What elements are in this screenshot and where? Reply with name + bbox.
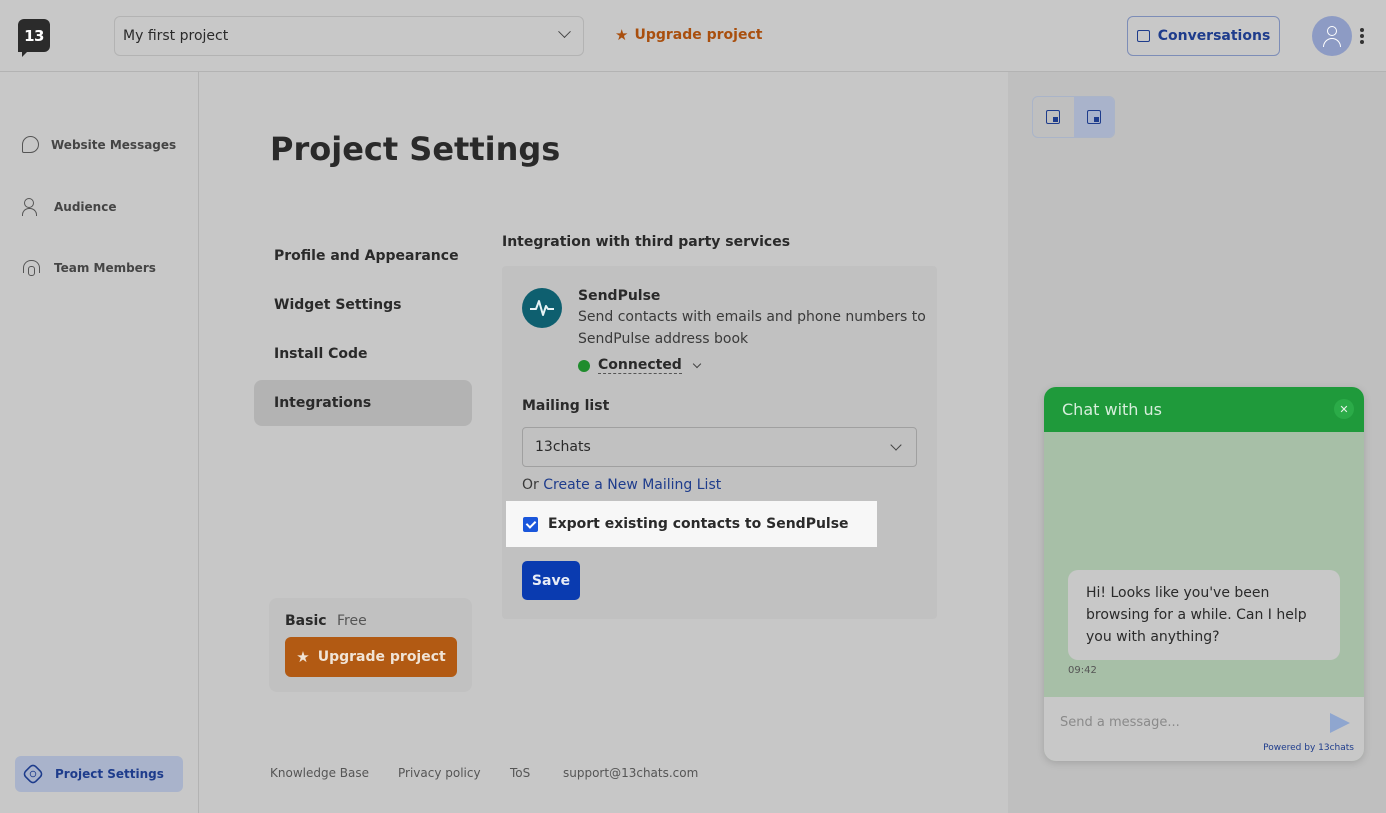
integration-name: SendPulse [578, 288, 661, 304]
chevron-down-icon [558, 25, 571, 39]
sidebar-item-label: Website Messages [51, 137, 177, 152]
users-icon [22, 197, 42, 217]
upgrade-project-label: Upgrade project [634, 27, 763, 43]
app-logo[interactable]: 13 [18, 19, 50, 57]
chat-header: Chat with us ✕ [1044, 387, 1364, 432]
plan-name: Basic [285, 613, 327, 629]
integration-description: Send contacts with emails and phone numb… [578, 309, 926, 347]
chevron-down-icon [890, 439, 902, 451]
user-icon [1327, 26, 1337, 36]
mailing-list-select[interactable]: 13chats [522, 427, 917, 467]
status-dot-icon [578, 359, 590, 372]
layout-left-icon [1046, 110, 1061, 124]
layout-right-icon [1086, 110, 1101, 124]
status-label: Connected [598, 357, 682, 374]
subnav-widget-settings[interactable]: Widget Settings [254, 282, 472, 328]
sendpulse-logo-icon [522, 288, 562, 328]
page-title: Project Settings [270, 130, 561, 168]
export-contacts-label: Export existing contacts to SendPulse [548, 516, 849, 532]
or-text: Or [522, 477, 539, 493]
message-icon [22, 136, 39, 153]
plan-tier: Free [337, 613, 367, 629]
sidebar-item-label: Team Members [54, 261, 156, 275]
footer-knowledge-base-link[interactable]: Knowledge Base [270, 766, 369, 780]
footer-support-email-link[interactable]: support@13chats.com [563, 766, 698, 780]
chevron-down-icon [692, 359, 702, 368]
powered-by-label[interactable]: Powered by 13chats [1263, 743, 1354, 753]
position-left-button[interactable] [1033, 97, 1074, 137]
sidebar: Website Messages Audience Team Members P… [0, 72, 199, 813]
message-time: 09:42 [1068, 665, 1097, 676]
top-bar: 13 My first project ★ Upgrade project Co… [0, 0, 1386, 72]
project-selector[interactable]: My first project [114, 16, 584, 56]
sidebar-item-team-members[interactable]: Team Members [22, 258, 156, 278]
user-icon-body [1323, 38, 1341, 47]
footer-privacy-link[interactable]: Privacy policy [398, 766, 481, 780]
conversations-button[interactable]: Conversations [1127, 16, 1280, 56]
mailing-list-value: 13chats [535, 439, 591, 455]
star-icon: ★ [296, 648, 310, 666]
sidebar-item-audience[interactable]: Audience [22, 197, 116, 217]
conversations-label: Conversations [1157, 28, 1271, 44]
subnav-integrations[interactable]: Integrations [254, 380, 472, 426]
close-icon[interactable]: ✕ [1334, 399, 1354, 419]
sidebar-item-label: Audience [54, 200, 117, 214]
more-menu-icon[interactable] [1360, 28, 1364, 44]
save-button[interactable]: Save [522, 561, 580, 600]
upgrade-button-label: Upgrade project [317, 649, 446, 665]
upgrade-project-button[interactable]: ★ Upgrade project [285, 637, 457, 677]
section-title: Integration with third party services [502, 234, 791, 250]
user-avatar[interactable] [1312, 16, 1352, 56]
chat-message-bubble: Hi! Looks like you've been browsing for … [1068, 570, 1340, 660]
subnav-profile-appearance[interactable]: Profile and Appearance [254, 233, 472, 279]
settings-icon [21, 762, 45, 786]
sidebar-item-website-messages[interactable]: Website Messages [22, 136, 176, 153]
upgrade-project-link[interactable]: ★ Upgrade project [615, 26, 762, 44]
chat-message-input[interactable]: Send a message... [1060, 715, 1180, 730]
star-icon: ★ [615, 26, 629, 44]
preview-position-toggle [1032, 96, 1115, 138]
chat-input-area: Send a message... Powered by 13chats [1044, 697, 1364, 761]
headset-icon [22, 258, 42, 278]
position-right-button[interactable] [1073, 97, 1114, 137]
create-mailing-list-link[interactable]: Create a New Mailing List [543, 477, 721, 493]
chat-widget: Chat with us ✕ Hi! Looks like you've bee… [1044, 387, 1364, 761]
export-contacts-option[interactable]: Export existing contacts to SendPulse [506, 501, 877, 547]
connection-status-dropdown[interactable]: Connected [578, 357, 702, 374]
project-name: My first project [123, 28, 229, 44]
subnav-install-code[interactable]: Install Code [254, 331, 472, 377]
sidebar-item-label: Project Settings [55, 767, 164, 781]
chat-bubble-icon [1136, 30, 1150, 42]
sidebar-item-project-settings[interactable]: Project Settings [15, 756, 183, 792]
footer-tos-link[interactable]: ToS [510, 766, 530, 780]
create-list-line: Or Create a New Mailing List [522, 477, 721, 493]
send-icon[interactable] [1330, 713, 1350, 733]
chat-title: Chat with us [1062, 400, 1162, 419]
mailing-list-label: Mailing list [522, 398, 610, 414]
export-contacts-checkbox[interactable] [523, 516, 538, 532]
